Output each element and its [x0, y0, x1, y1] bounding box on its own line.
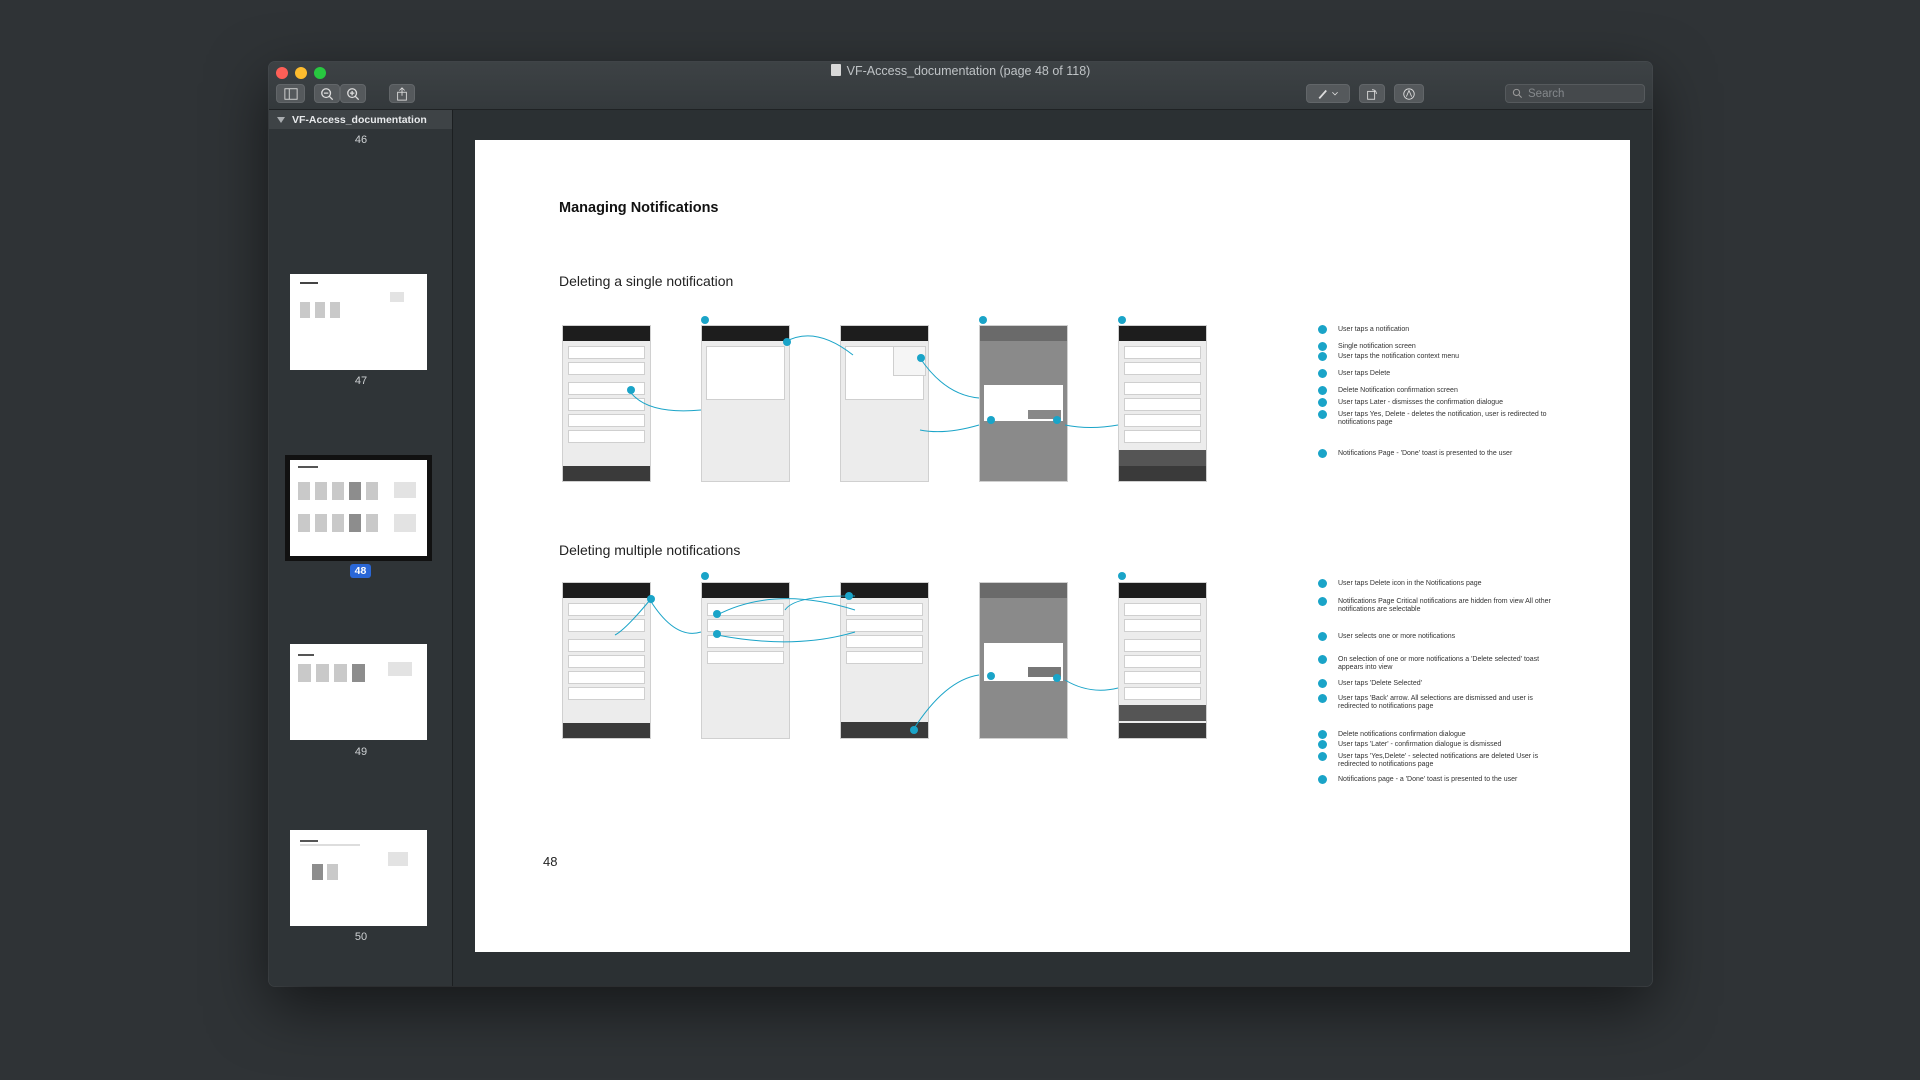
flow-marker [701, 316, 709, 324]
flow-marker [713, 610, 721, 618]
share-icon [397, 86, 407, 101]
flow-marker [1053, 674, 1061, 682]
legend-item: User taps the notification context menu [1338, 353, 1460, 360]
document-view[interactable]: Managing Notifications Deleting a single… [454, 110, 1652, 986]
flow-marker [1118, 316, 1126, 324]
search-icon [1512, 88, 1523, 99]
flow-marker [979, 316, 987, 324]
flow-marker [783, 338, 791, 346]
window-title: VF-Access_documentation (page 48 of 118) [269, 64, 1652, 78]
zoom-out-button[interactable] [314, 84, 340, 103]
legend-item: Single notification screen [1338, 343, 1416, 350]
legend-item: User taps Delete [1338, 370, 1391, 377]
preview-window: VF-Access_documentation (page 48 of 118)… [269, 62, 1652, 986]
markup-toolbar-button[interactable] [1394, 84, 1424, 103]
page-thumbnail-49[interactable] [290, 644, 427, 740]
flow-marker [987, 672, 995, 680]
flow-marker [1053, 416, 1061, 424]
page-thumbnail-47[interactable] [290, 274, 427, 370]
document-icon [830, 64, 841, 76]
legend-item: User taps Later - dismisses the confirma… [1338, 399, 1503, 406]
rotate-icon [1367, 88, 1377, 100]
thumbnail-sidebar: VF-Access_documentation 46 47 48 49 50 [269, 110, 453, 986]
legend-item: User taps a notification [1338, 326, 1410, 333]
flow-marker [917, 354, 925, 362]
legend-item: User taps 'Delete Selected' [1338, 680, 1422, 687]
share-button[interactable] [389, 84, 415, 103]
flow-marker [713, 630, 721, 638]
sidebar-document-header[interactable]: VF-Access_documentation [269, 110, 452, 129]
search-placeholder: Search [1528, 87, 1565, 100]
zoom-in-button[interactable] [340, 84, 366, 103]
rotate-button[interactable] [1359, 84, 1385, 103]
legend-item: User taps 'Yes,Delete' - selected notifi… [1338, 753, 1539, 768]
flow-connectors [614, 335, 1119, 731]
pdf-page: Managing Notifications Deleting a single… [475, 140, 1630, 952]
legend-item: User selects one or more notifications [1338, 633, 1456, 640]
markup-pen-button[interactable] [1306, 84, 1350, 103]
title-bar: VF-Access_documentation (page 48 of 118)… [269, 62, 1652, 110]
legend-item: User taps 'Back' arrow. All selections a… [1338, 695, 1533, 710]
flow-marker [845, 592, 853, 600]
legend-item: User taps Delete icon in the Notificatio… [1338, 580, 1482, 587]
legend-item: Delete notifications confirmation dialog… [1338, 731, 1466, 738]
pen-icon [1318, 89, 1338, 99]
legend-item: On selection of one or more notification… [1338, 656, 1540, 671]
page-label-49: 49 [354, 746, 368, 758]
sidebar-icon [283, 87, 298, 100]
legend-item: User taps 'Later' - confirmation dialogu… [1338, 741, 1502, 748]
legend-item: User taps Yes, Delete - deletes the noti… [1338, 411, 1547, 426]
flow-marker [647, 595, 655, 603]
legend-item: Notifications Page Critical notification… [1338, 598, 1551, 613]
flow-marker [627, 386, 635, 394]
legend-item: Delete Notification confirmation screen [1338, 387, 1458, 394]
page-label-50: 50 [354, 931, 368, 943]
zoom-out-icon [321, 87, 334, 100]
legend-item: Notifications Page - 'Done' toast is pre… [1338, 450, 1513, 457]
disclosure-triangle-icon[interactable] [277, 116, 285, 123]
flow-marker [910, 726, 918, 734]
sidebar-document-title: VF-Access_documentation [292, 113, 427, 126]
flow-marker [701, 572, 709, 580]
page-thumbnail-48[interactable] [285, 455, 432, 561]
search-field[interactable]: Search [1505, 84, 1645, 103]
markup-icon [1403, 87, 1415, 100]
page-label-46: 46 [354, 134, 368, 146]
page-label-47: 47 [354, 375, 368, 387]
page-label-48: 48 [350, 564, 371, 578]
flow-marker [987, 416, 995, 424]
zoom-in-icon [347, 87, 360, 100]
flow-marker [1118, 572, 1126, 580]
page-thumbnail-50[interactable] [290, 830, 427, 926]
legend-item: Notifications page - a 'Done' toast is p… [1338, 776, 1518, 783]
sidebar-toggle-button[interactable] [276, 84, 305, 103]
